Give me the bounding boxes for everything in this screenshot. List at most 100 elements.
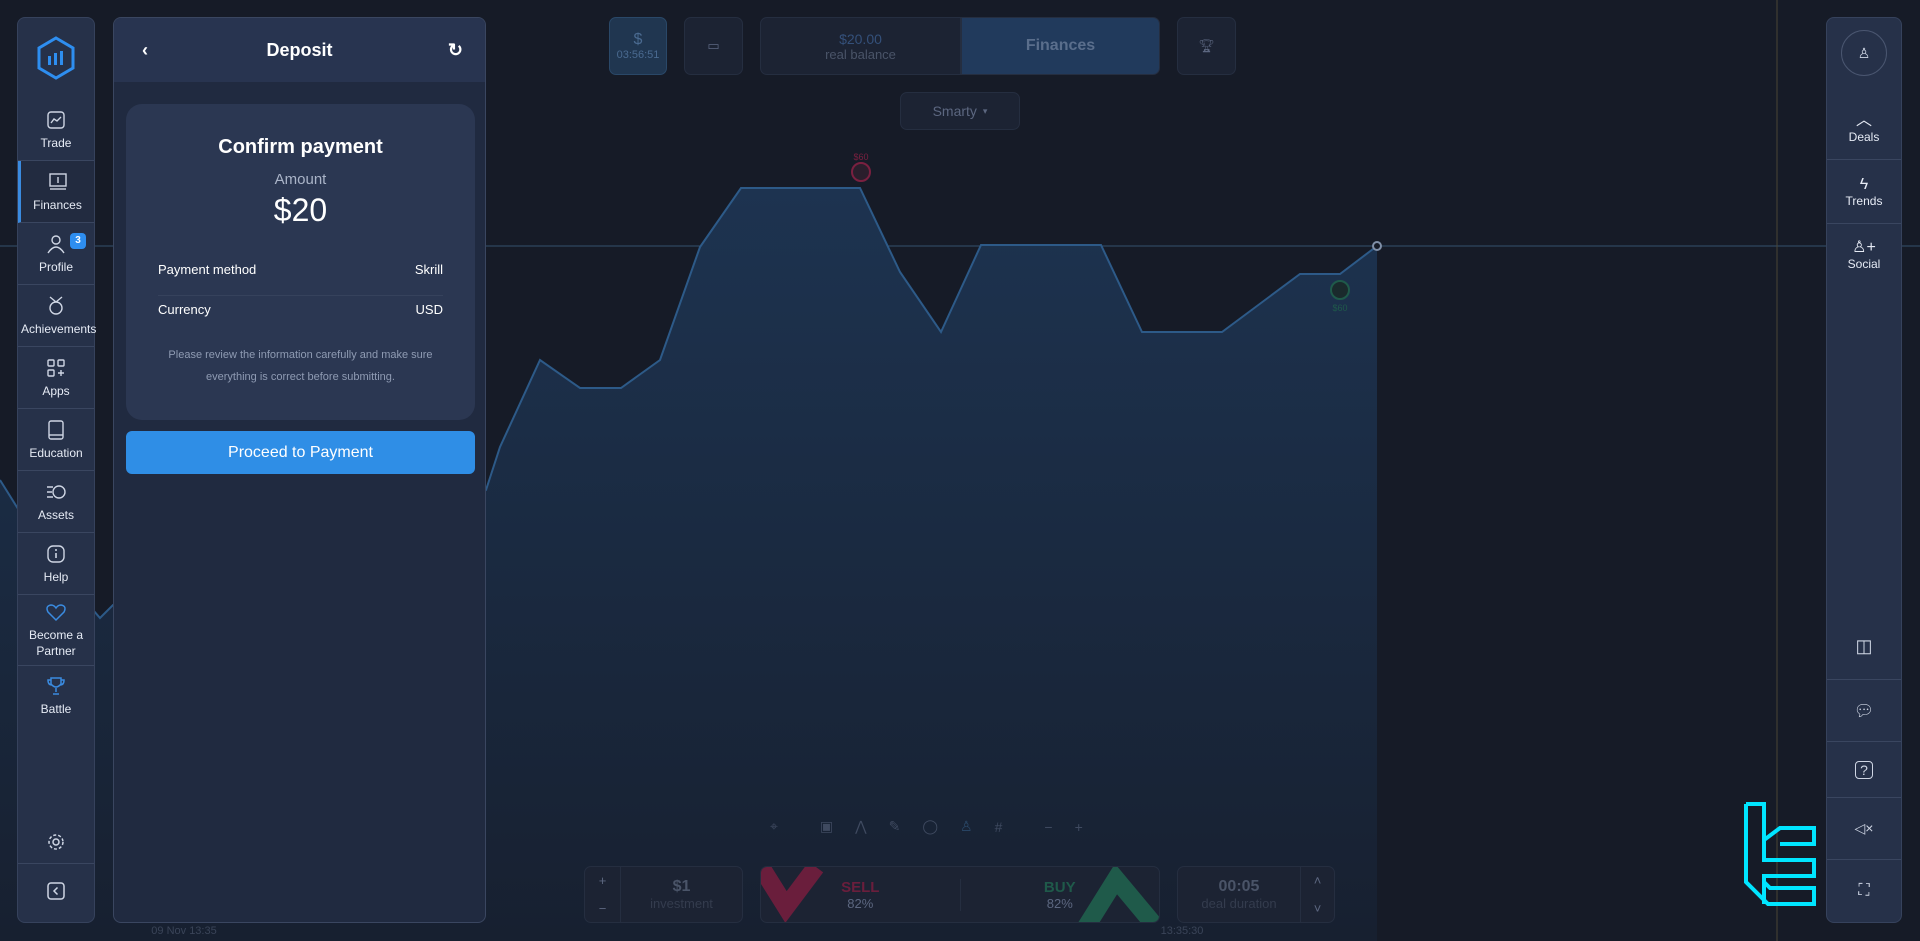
pencil-icon[interactable]: ✎ [889,818,901,835]
dollar-cycle-icon: $ [633,31,643,48]
trophy-button[interactable]: 🏆︎ [1177,17,1236,75]
minus-icon[interactable]: − [599,901,607,916]
deposit-panel: ‹ Deposit ↻ Confirm payment Amount $20 P… [113,17,486,923]
sidebar-item-label: Achievements [21,321,97,336]
sidebar-item-label: Finances [33,197,82,212]
user-icon [47,234,65,253]
sell-percent: 82% [847,895,874,911]
finances-button[interactable]: Finances [961,17,1160,75]
amount-value: $20 [273,192,328,228]
buy-deal-marker[interactable] [1330,280,1350,300]
watermark-logo [1744,802,1816,906]
buy-percent: 82% [1046,895,1073,911]
fullscreen-button[interactable]: ⛶ [1827,860,1901,922]
sell-label: SELL [841,878,880,896]
deposit-header: ‹ Deposit ↻ [114,18,485,82]
crosshair-icon[interactable]: ⌖ [770,818,778,835]
sidebar-item-assets[interactable]: Assets [18,471,94,533]
right-item-deals[interactable]: ︿ Deals [1827,90,1901,160]
sidebar-item-help[interactable]: Help [18,533,94,595]
sidebar-item-trade[interactable]: Trade [18,99,94,161]
investment-value[interactable]: $1 [621,878,742,896]
duration-label: deal duration [1201,896,1277,911]
sidebar-item-label: Assets [37,507,74,522]
sidebar-item-label: Profile [38,259,73,274]
mute-icon: ◁× [1854,820,1874,836]
sell-marker-label: $60 [853,152,868,162]
right-item-trends[interactable]: ϟ Trends [1827,160,1901,224]
proceed-to-payment-button[interactable]: Proceed to Payment [126,431,475,474]
item-label: Social [1847,257,1881,271]
grid-icon[interactable]: # [995,819,1003,835]
current-price-dot [1372,241,1382,251]
question-icon: ? [1855,760,1873,779]
info-icon [47,544,65,563]
sidebar-item-apps[interactable]: Apps [18,347,94,409]
sidebar-item-achievements[interactable]: Achievements [18,285,97,347]
sidebar-item-profile[interactable]: Profile 3 [18,223,94,285]
row-value: USD [415,302,443,317]
chevron-up-icon[interactable]: ˄ [1314,873,1322,888]
zoom-out-icon[interactable]: − [1044,819,1052,835]
date-label: 09 Nov 13:35 [151,925,216,937]
avatar[interactable]: ♙ [1841,30,1887,76]
layout-button[interactable]: ◫ [1827,613,1901,680]
box-button[interactable]: ▭ [684,17,743,75]
sound-toggle[interactable]: ◁× [1827,798,1901,860]
row-label: Payment method [158,262,257,277]
zoom-in-icon[interactable]: + [1075,819,1083,835]
refresh-icon[interactable]: ↻ [448,40,463,61]
duration-value[interactable]: 00:05 [1178,878,1300,896]
sell-deal-marker[interactable] [851,162,871,182]
shape-icon[interactable]: ◯ [922,818,938,835]
book-icon [48,419,64,440]
currency-row: Currency USD [158,302,443,317]
buy-label: BUY [1043,878,1076,896]
buy-marker-label: $60 [1332,303,1347,313]
sidebar-item-education[interactable]: Education [18,409,94,471]
right-item-social[interactable]: ♙+ Social [1827,224,1901,284]
row-label: Currency [158,302,211,317]
sidebar-item-label: Become a Partner [28,628,84,658]
duration-control: 00:05 deal duration ˄ ˅ [1177,866,1335,923]
collapse-sidebar-button[interactable] [18,868,94,914]
back-chevron-icon[interactable]: ‹ [142,40,148,61]
logo-icon [37,36,75,80]
time-label: 13:35:30 [1161,925,1204,937]
sidebar-item-battle[interactable]: Battle [18,666,94,726]
row-value: Skrill [414,262,443,277]
apps-icon [47,358,65,377]
asset-selector[interactable]: Smarty ▾ [900,92,1020,130]
sidebar-item-become-a-partner[interactable]: Become a Partner [18,595,94,666]
chevron-left-box-icon [47,882,65,900]
layout-icon: ◫ [1855,635,1873,656]
balance-selector[interactable]: $20.00 real balance [760,17,961,75]
sidebar-item-label: Apps [42,383,70,398]
balance-label: real balance [825,46,896,62]
payment-method-row: Payment method Skrill [158,262,443,296]
review-note: Please review the information carefully … [168,349,433,383]
chat-button[interactable]: 💬︎ [1827,680,1901,742]
sell-button[interactable]: SELL 82% [761,879,960,911]
add-user-icon: ♙+ [1852,239,1876,256]
plus-icon[interactable]: + [599,873,607,888]
right-sidebar: ♙ ︿ Deals ϟ Trends ♙+ Social ◫ 💬︎ ? ◁× ⛶ [1826,17,1902,923]
sidebar-item-label: Battle [40,702,72,716]
item-label: Trends [1845,193,1883,208]
cashback-timer-button[interactable]: $ 03:56:51 [609,17,667,75]
settings-button[interactable] [18,820,94,864]
user-icon: ♙ [1857,44,1871,61]
chevron-down-icon: ▾ [982,105,988,116]
person-pin-icon[interactable]: ♙ [960,818,973,835]
indicator-icon[interactable]: ▣ [820,818,833,835]
left-sidebar: Trade Finances Profile 3 Achievements Apps Edu… [17,17,97,923]
drawing-toolbar: ⌖ ▣ ⋀ ✎ ◯ ♙ # − + [770,818,1083,835]
chevron-down-icon[interactable]: ˅ [1314,901,1322,916]
balance-value: $20.00 [839,30,882,47]
trophy-icon: 🏆︎ [1198,38,1215,53]
support-button[interactable]: ? [1827,742,1901,798]
buy-button[interactable]: BUY 82% [959,878,1160,911]
asset-name: Smarty [932,103,977,119]
fork-icon[interactable]: ⋀ [855,818,866,835]
sidebar-item-finances[interactable]: Finances [18,161,94,223]
